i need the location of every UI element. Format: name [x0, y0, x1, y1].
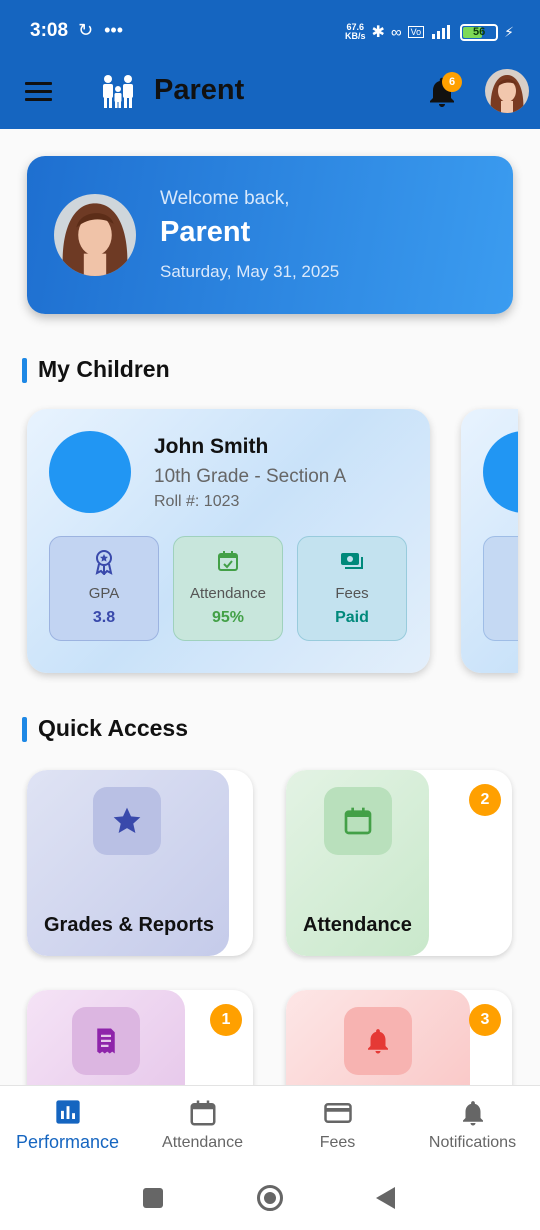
credit-card-icon — [270, 1098, 405, 1128]
sync-icon: ↻ — [78, 20, 94, 40]
star-icon — [93, 787, 161, 855]
stat-value: 95% — [211, 609, 245, 626]
stat-attendance: Attendance 95% — [173, 536, 283, 641]
profile-avatar[interactable] — [485, 69, 529, 113]
receipt-icon — [72, 1007, 140, 1075]
nav-label: Notifications — [428, 1134, 517, 1151]
app-title: Parent — [154, 74, 245, 106]
parent-avatar — [54, 194, 136, 276]
child-avatar — [483, 431, 518, 513]
tile-label: Grades & Reports — [44, 914, 215, 936]
more-dots-icon: ••• — [104, 20, 124, 40]
award-icon — [50, 549, 158, 575]
link-icon: ∞ — [390, 23, 402, 41]
calendar-icon — [324, 787, 392, 855]
app-bar: Parent 6 — [0, 64, 540, 129]
welcome-date: Saturday, May 31, 2025 — [160, 262, 340, 281]
tile-attendance[interactable]: Attendance 2 — [286, 770, 512, 956]
nav-item-fees[interactable]: Fees — [270, 1086, 405, 1171]
tile-badge: 2 — [469, 784, 501, 816]
stat-gpa: GPA 3.8 — [49, 536, 159, 641]
nav-label: Performance — [15, 1132, 120, 1152]
tile-grades-reports[interactable]: Grades & Reports — [27, 770, 253, 956]
bar-chart-icon — [0, 1098, 135, 1128]
bell-icon — [405, 1098, 540, 1128]
calendar-check-icon — [174, 549, 282, 575]
nav-item-performance[interactable]: Performance — [0, 1086, 135, 1171]
status-bar: 3:08 ↻ ••• 67.6 KB/s ✱ ∞ Vo 56 ⚡ — [0, 0, 540, 64]
network-speed: 67.6 KB/s — [345, 22, 366, 41]
tile-label: Attendance — [303, 914, 412, 936]
volte-icon: Vo — [407, 26, 425, 38]
child-avatar — [49, 431, 131, 513]
bluetooth-icon: ✱ — [371, 24, 385, 41]
tile-badge: 1 — [210, 1004, 242, 1036]
nav-label: Attendance — [162, 1134, 243, 1151]
nav-item-notifications[interactable]: Notifications — [405, 1086, 540, 1171]
charging-icon: ⚡ — [504, 23, 514, 40]
home-button[interactable] — [257, 1185, 283, 1211]
child-card-next[interactable] — [461, 409, 518, 673]
child-roll: Roll #: 1023 — [154, 493, 240, 510]
battery-level: 56 — [473, 26, 486, 38]
child-name: John Smith — [154, 435, 269, 458]
welcome-greeting: Welcome back, — [160, 188, 290, 209]
menu-icon[interactable] — [25, 82, 52, 104]
stat-value: 3.8 — [92, 609, 116, 626]
family-icon — [100, 74, 136, 110]
child-grade: 10th Grade - Section A — [154, 466, 347, 487]
stat-box — [483, 536, 518, 641]
section-title-quick-access: Quick Access — [22, 715, 188, 742]
welcome-name: Parent — [160, 216, 251, 248]
bell-icon — [344, 1007, 412, 1075]
status-time: 3:08 — [30, 20, 69, 41]
bottom-navigation: Performance Attendance Fees Notification… — [0, 1085, 540, 1170]
stat-label: GPA — [88, 585, 120, 602]
calendar-icon — [135, 1098, 270, 1128]
status-notification-icons: ↻ ••• — [78, 20, 123, 41]
stat-label: Fees — [335, 585, 369, 602]
recents-button[interactable] — [143, 1188, 163, 1208]
battery-icon: 56 — [460, 23, 499, 41]
signal-icon — [430, 23, 454, 42]
system-navigation-bar — [0, 1170, 540, 1230]
welcome-card: Welcome back, Parent Saturday, May 31, 2… — [27, 156, 513, 314]
status-system-icons: 67.6 KB/s ✱ ∞ Vo 56 ⚡ — [345, 22, 514, 42]
nav-item-attendance[interactable]: Attendance — [135, 1086, 270, 1171]
payments-icon — [298, 549, 406, 575]
tile-badge: 3 — [469, 1004, 501, 1036]
stat-label: Attendance — [190, 585, 266, 602]
notification-badge: 6 — [442, 72, 462, 92]
section-title-children: My Children — [22, 356, 170, 383]
stat-value: Paid — [335, 609, 369, 626]
stat-fees: Fees Paid — [297, 536, 407, 641]
back-button[interactable] — [376, 1187, 395, 1209]
child-card[interactable]: John Smith 10th Grade - Section A Roll #… — [27, 409, 430, 673]
nav-label: Fees — [319, 1134, 356, 1151]
